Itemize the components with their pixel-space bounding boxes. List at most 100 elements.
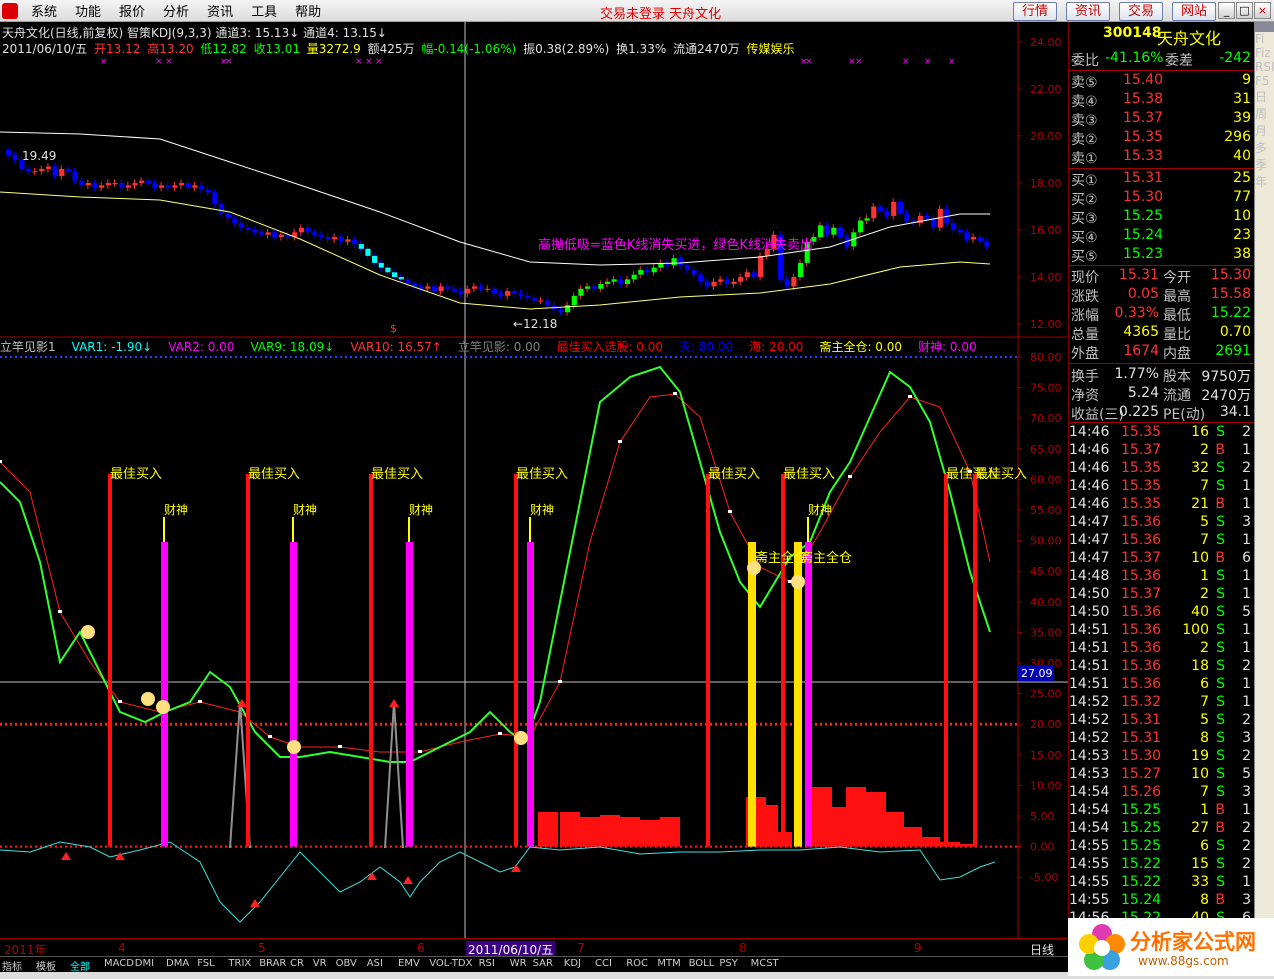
indicator-tab-DMI[interactable]: DMI [135,958,154,969]
website-button[interactable]: 网站 [1172,2,1216,21]
legend-item: VAR2: 0.00 [168,340,235,354]
indicator-tab-SAR[interactable]: SAR [533,958,553,969]
tool-年[interactable]: 年 [1255,173,1274,190]
tick-price: 15.36 [1121,640,1162,656]
tick-count: 5 [1242,766,1251,782]
bar-high: 高13.20 [147,42,194,56]
tool-多[interactable]: 多 [1255,139,1274,156]
tick-price: 15.22 [1121,856,1162,872]
tick-count: 1 [1242,640,1251,656]
tick-time: 14:55 [1069,838,1110,854]
indicator-tab-全部[interactable]: 全部 [70,958,90,973]
close-button[interactable]: × [1254,2,1271,19]
x-marker: × [805,57,813,67]
candle-body [338,237,344,242]
indicator-tab-MCST[interactable]: MCST [751,958,779,969]
tool-F5[interactable]: F5 [1255,74,1274,88]
indicator-tab-VR[interactable]: VR [313,958,327,969]
indicator-tab-OBV[interactable]: OBV [336,958,357,969]
menu-quote[interactable]: 报价 [110,1,154,20]
indicator-tab-ROC[interactable]: ROC [626,958,648,969]
tick-price: 15.35 [1121,496,1162,512]
tab-指标[interactable]: 指标 [2,958,22,973]
indicator-tab-MTM[interactable]: MTM [657,958,680,969]
stat-value: 2470万 [1201,388,1251,404]
tool-Fi[interactable]: Fi [1255,32,1274,46]
tick-volume: 2 [1200,586,1209,602]
candle-body [272,232,278,238]
chart-canvas[interactable]: 24.00 22.00 20.00 18.00 16.00 14.00 12.00 80.00… [0,22,1068,940]
indicator-tab-BOLL[interactable]: BOLL [689,958,715,969]
tick-price: 15.36 [1121,604,1162,620]
quote-button[interactable]: 行情 [1013,2,1057,21]
indicator-tab-RSI[interactable]: RSI [479,958,495,969]
candle-body [92,183,98,188]
tick-count: 3 [1242,784,1251,800]
indicator-tab-CR[interactable]: CR [290,958,304,969]
tick-row: 14:48 15.36 1 S 1 [1069,568,1255,587]
candle-body [365,248,371,256]
tool-RSI[interactable]: RSI [1255,60,1274,74]
candle-body [624,279,631,285]
indicator-tab-PSY[interactable]: PSY [719,958,738,969]
indicator-tab-TRIX[interactable]: TRIX [228,958,251,969]
candle-body [105,183,111,186]
tick-count: 1 [1242,496,1251,512]
tool-Fiz[interactable]: Fiz [1255,46,1274,60]
trade-button[interactable]: 交易 [1119,2,1163,21]
stat-label: 换手 [1071,369,1099,385]
stat-value: 1.77% [1114,366,1159,382]
god-of-wealth-stem [292,517,294,542]
menu-info[interactable]: 资讯 [198,1,242,20]
tick-time: 14:55 [1069,856,1110,872]
indicator-tab-VOL-TDX[interactable]: VOL-TDX [429,958,472,969]
candle-body [225,213,231,219]
best-buy-bar [944,474,948,847]
candle-body [478,286,484,289]
ask-label: 卖⑤ [1071,75,1098,91]
maximize-button[interactable]: □ [1236,2,1253,19]
candle-body [791,277,797,287]
indicator-tab-MACD[interactable]: MACD [104,958,134,969]
legend-item: 斋主全仓: 0.00 [819,340,903,354]
indicator-tab-EMV[interactable]: EMV [398,958,420,969]
smiley-icon [156,700,170,714]
time-label: 5 [258,941,266,955]
menu-tools[interactable]: 工具 [242,1,286,20]
indicator-tab-ASI[interactable]: ASI [367,958,383,969]
candle-body [877,206,884,212]
tool-季[interactable]: 季 [1255,156,1274,173]
indicator-tab-KDJ[interactable]: KDJ [564,958,581,969]
smiley-icon [287,740,301,754]
tick-row: 14:55 15.25 6 S 2 [1069,838,1255,857]
tick-row: 14:46 15.35 32 S 2 [1069,460,1255,479]
menu-analysis[interactable]: 分析 [154,1,198,20]
kdj-marker [728,510,732,513]
indicator-tab-DMA[interactable]: DMA [166,958,189,969]
legend-item: 立竿见影1 [0,340,56,354]
indicator-tab-WR[interactable]: WR [510,958,527,969]
tick-price: 15.26 [1121,784,1162,800]
minimize-button[interactable]: _ [1218,2,1235,19]
indicator-tick-label: 5.00 [1030,810,1055,823]
bar-date: 2011/06/10/五 [2,42,88,56]
tab-模板[interactable]: 模板 [36,958,56,973]
menu-system[interactable]: 系统 [22,1,66,20]
tool-周[interactable]: 周 [1255,105,1274,122]
menu-help[interactable]: 帮助 [286,1,330,20]
candle-body [405,279,411,285]
tool-日[interactable]: 日 [1255,88,1274,105]
indicator-tab-CCI[interactable]: CCI [595,958,612,969]
chart-area[interactable]: 24.00 22.00 20.00 18.00 16.00 14.00 12.00 80.00… [0,22,1068,940]
menu-function[interactable]: 功能 [66,1,110,20]
indicator-tab-FSL[interactable]: FSL [197,958,215,969]
bid-price: 15.23 [1123,246,1164,262]
best-buy-bar [514,474,518,847]
indicator-tab-BRAR[interactable]: BRAR [259,958,286,969]
news-button[interactable]: 资讯 [1066,2,1110,21]
tool-月[interactable]: 月 [1255,122,1274,139]
bid-row: 买③ 15.25 10 [1069,208,1255,227]
bid-row: 买① 15.31 25 [1069,170,1255,189]
tick-count: 3 [1242,514,1251,530]
best-buy-bar [781,474,785,847]
